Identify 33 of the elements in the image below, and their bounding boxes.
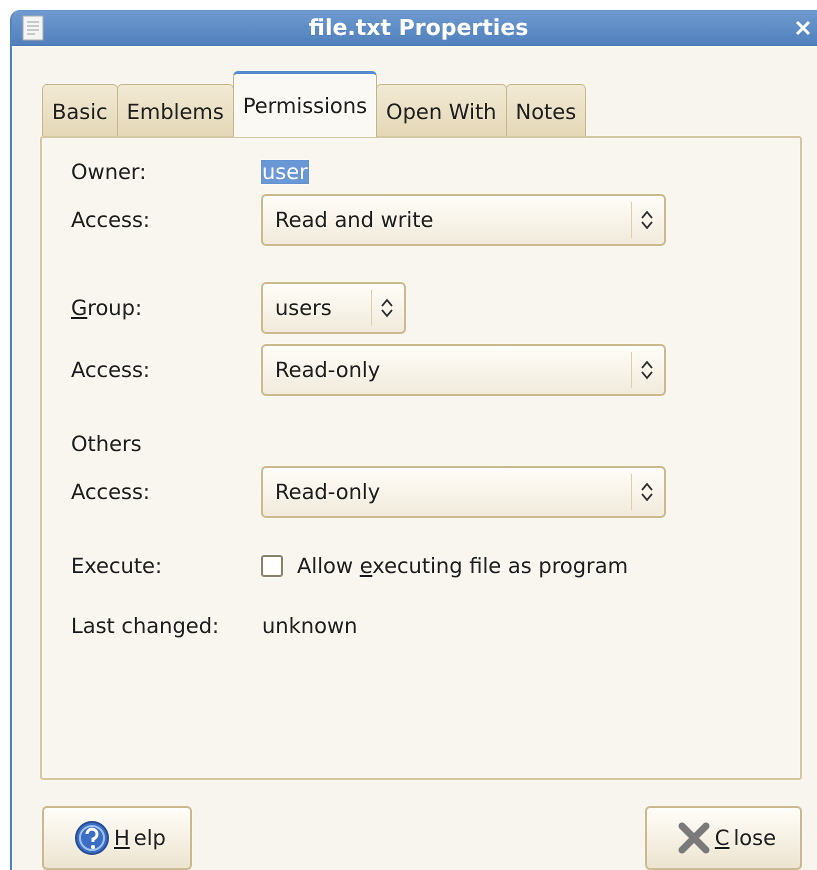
updown-arrows-icon (640, 209, 654, 231)
field-label: Access: (71, 480, 151, 504)
field-label: Access: (71, 358, 151, 382)
help-button[interactable]: H elp (42, 806, 192, 870)
field-label: Access: (71, 208, 151, 232)
close-button[interactable]: C lose (644, 806, 802, 870)
tab[interactable]: Emblems (116, 84, 234, 136)
section-heading: Others (71, 432, 143, 456)
close-icon (795, 20, 811, 36)
close-button[interactable] (793, 18, 813, 38)
help-icon (74, 820, 110, 856)
dropdown[interactable]: Read and write (261, 194, 666, 246)
field-value: unknown (261, 614, 358, 638)
dropdown[interactable]: Read-only (261, 466, 666, 518)
tab[interactable]: Notes (506, 84, 586, 136)
updown-arrows-icon (640, 359, 654, 381)
tab[interactable]: Basic (42, 84, 118, 136)
tab[interactable]: Open With (376, 84, 506, 136)
field-value: user (261, 160, 309, 184)
tab[interactable]: Permissions (232, 71, 378, 137)
updown-arrows-icon (640, 481, 654, 503)
field-label: Owner: (71, 160, 148, 184)
dropdown[interactable]: users (261, 282, 406, 334)
dropdown[interactable]: Read-only (261, 344, 666, 396)
field-label: Last changed: (71, 614, 220, 638)
checkbox-label[interactable]: Allow executing file as program (297, 554, 628, 578)
window-title: file.txt Properties (308, 16, 530, 40)
field-label: Execute: (71, 554, 164, 578)
checkbox[interactable] (261, 555, 283, 577)
field-label: Group: (71, 296, 144, 320)
x-icon (676, 821, 711, 855)
updown-arrows-icon (380, 297, 394, 319)
document-icon (22, 15, 44, 41)
